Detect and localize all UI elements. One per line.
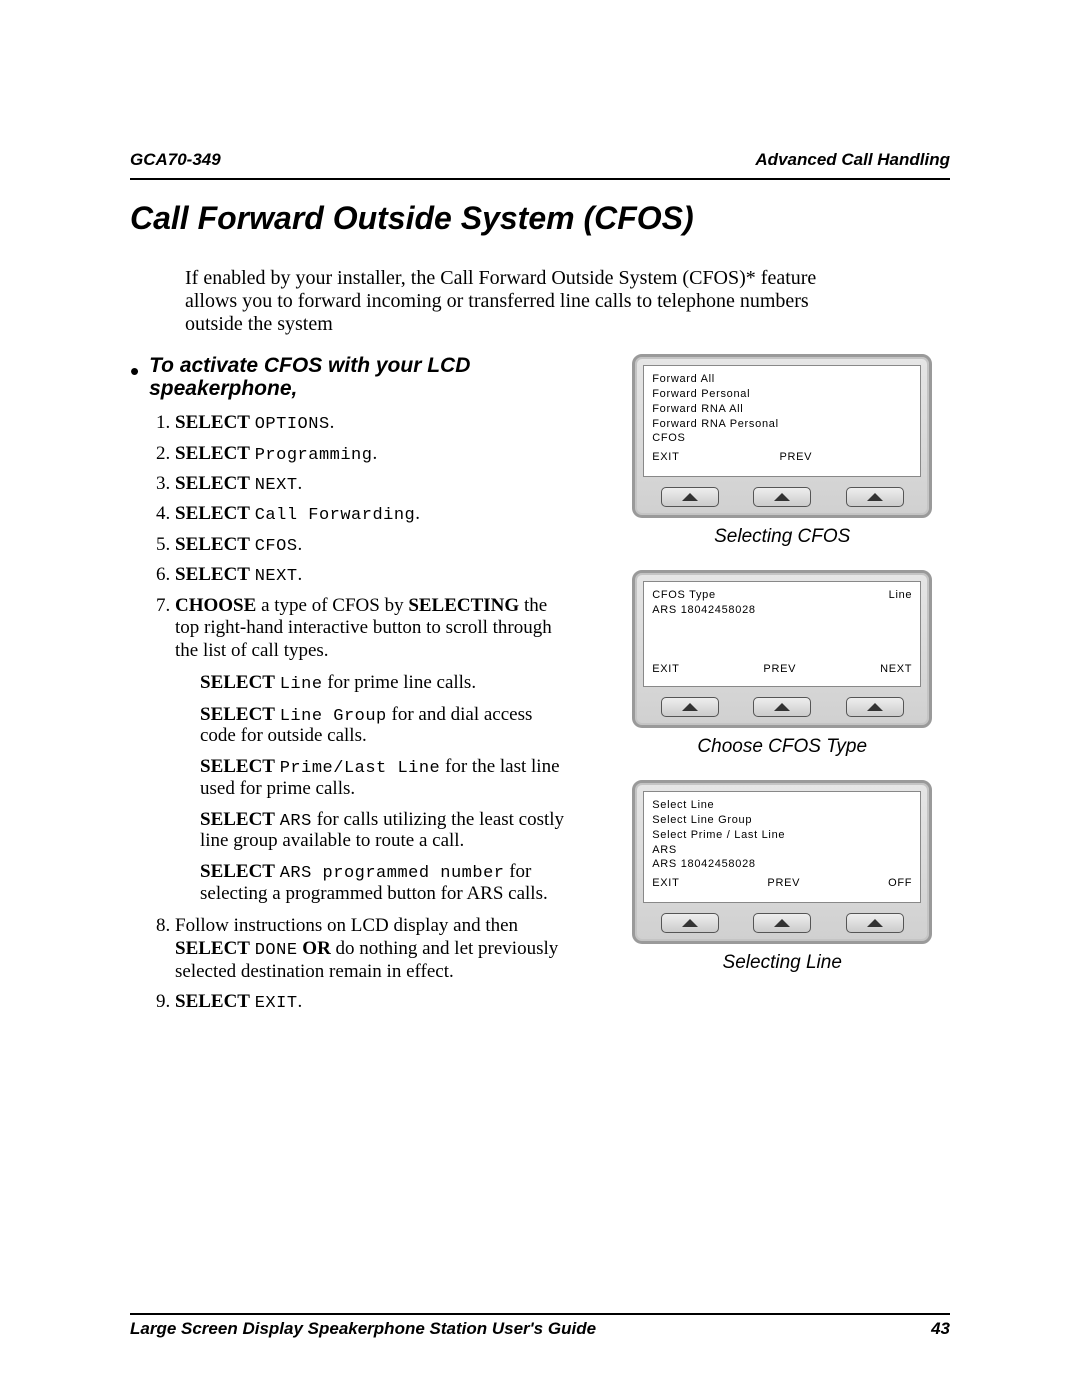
up-button[interactable]: [753, 913, 811, 933]
header-rule: [130, 178, 950, 180]
screen-line: CFOS: [652, 431, 912, 446]
up-button[interactable]: [661, 487, 719, 507]
softkey-label: EXIT: [652, 662, 679, 677]
softkey-label: PREV: [779, 450, 812, 465]
step-7-opt-arsprog: SELECT ARS programmed number for selecti…: [200, 862, 564, 905]
up-button[interactable]: [846, 487, 904, 507]
running-header: GCA70-349 Advanced Call Handling: [130, 150, 950, 170]
step-2: SELECT Programming.: [175, 443, 564, 466]
chevron-up-icon: [774, 493, 790, 501]
softkey-label: PREV: [763, 662, 796, 677]
step-9: SELECT EXIT.: [175, 991, 564, 1014]
step-4: SELECT Call Forwarding.: [175, 503, 564, 526]
chevron-up-icon: [682, 493, 698, 501]
figures-column: Forward All Forward Personal Forward RNA…: [614, 354, 950, 1021]
step-7-opt-primelast: SELECT Prime/Last Line for the last line…: [200, 757, 564, 800]
page-number: 43: [931, 1319, 950, 1339]
step-6: SELECT NEXT.: [175, 564, 564, 587]
chevron-up-icon: [774, 703, 790, 711]
softkey-label: PREV: [767, 876, 800, 891]
step-7-opt-ars: SELECT ARS for calls utilizing the least…: [200, 810, 564, 853]
up-button[interactable]: [753, 697, 811, 717]
procedure-heading: To activate CFOS with your LCD speakerph…: [149, 354, 564, 400]
up-button[interactable]: [846, 697, 904, 717]
up-button[interactable]: [661, 913, 719, 933]
lcd-figure-3: Select Line Select Line Group Select Pri…: [632, 780, 932, 944]
footer-title: Large Screen Display Speakerphone Statio…: [130, 1319, 596, 1339]
screen-line: Select Line: [652, 798, 912, 813]
chevron-up-icon: [867, 703, 883, 711]
lcd-screen: CFOS Type Line ARS 18042458028 EXIT PREV…: [643, 581, 921, 687]
bullet-icon: •: [130, 358, 139, 384]
screen-line: Forward All: [652, 372, 912, 387]
text-column: • To activate CFOS with your LCD speaker…: [150, 354, 564, 1021]
chevron-up-icon: [682, 703, 698, 711]
step-5: SELECT CFOS.: [175, 534, 564, 557]
page-title: Call Forward Outside System (CFOS): [130, 200, 950, 237]
figure-caption: Choose CFOS Type: [614, 736, 950, 758]
chevron-up-icon: [867, 493, 883, 501]
lcd-figure-1: Forward All Forward Personal Forward RNA…: [632, 354, 932, 518]
softkey-label: EXIT: [652, 876, 679, 891]
screen-line: ARS 18042458028: [652, 603, 912, 618]
step-7-opt-line: SELECT Line for prime line calls.: [200, 673, 564, 695]
lcd-screen: Select Line Select Line Group Select Pri…: [643, 791, 921, 903]
softkey-label: NEXT: [880, 662, 912, 677]
screen-line: CFOS Type: [652, 588, 716, 603]
softkey-label: EXIT: [652, 450, 679, 465]
page-footer: Large Screen Display Speakerphone Statio…: [130, 1313, 950, 1339]
screen-line: Line: [889, 588, 913, 603]
page: GCA70-349 Advanced Call Handling Call Fo…: [0, 0, 1080, 1397]
steps-list: SELECT OPTIONS. SELECT Programming. SELE…: [150, 412, 564, 1014]
up-button[interactable]: [661, 697, 719, 717]
screen-line: Select Prime / Last Line: [652, 828, 912, 843]
intro-paragraph: If enabled by your installer, the Call F…: [185, 267, 825, 336]
screen-line: Forward RNA All: [652, 402, 912, 417]
up-button[interactable]: [753, 487, 811, 507]
step-1: SELECT OPTIONS.: [175, 412, 564, 435]
lcd-screen: Forward All Forward Personal Forward RNA…: [643, 365, 921, 477]
step-8: Follow instructions on LCD display and t…: [175, 915, 564, 984]
step-7: CHOOSE a type of CFOS by SELECTING the t…: [175, 595, 564, 905]
softkey-label: OFF: [888, 876, 912, 891]
figure-caption: Selecting CFOS: [614, 526, 950, 548]
screen-line: Forward Personal: [652, 387, 912, 402]
doc-code: GCA70-349: [130, 150, 221, 170]
section-name: Advanced Call Handling: [755, 150, 950, 170]
chevron-up-icon: [682, 919, 698, 927]
screen-line: ARS: [652, 843, 912, 858]
chevron-up-icon: [774, 919, 790, 927]
screen-line: ARS 18042458028: [652, 857, 912, 872]
step-7-opt-linegroup: SELECT Line Group for and dial access co…: [200, 705, 564, 748]
lcd-figure-2: CFOS Type Line ARS 18042458028 EXIT PREV…: [632, 570, 932, 728]
screen-line: Select Line Group: [652, 813, 912, 828]
up-button[interactable]: [846, 913, 904, 933]
chevron-up-icon: [867, 919, 883, 927]
step-3: SELECT NEXT.: [175, 473, 564, 496]
screen-line: Forward RNA Personal: [652, 417, 912, 432]
figure-caption: Selecting Line: [614, 952, 950, 974]
